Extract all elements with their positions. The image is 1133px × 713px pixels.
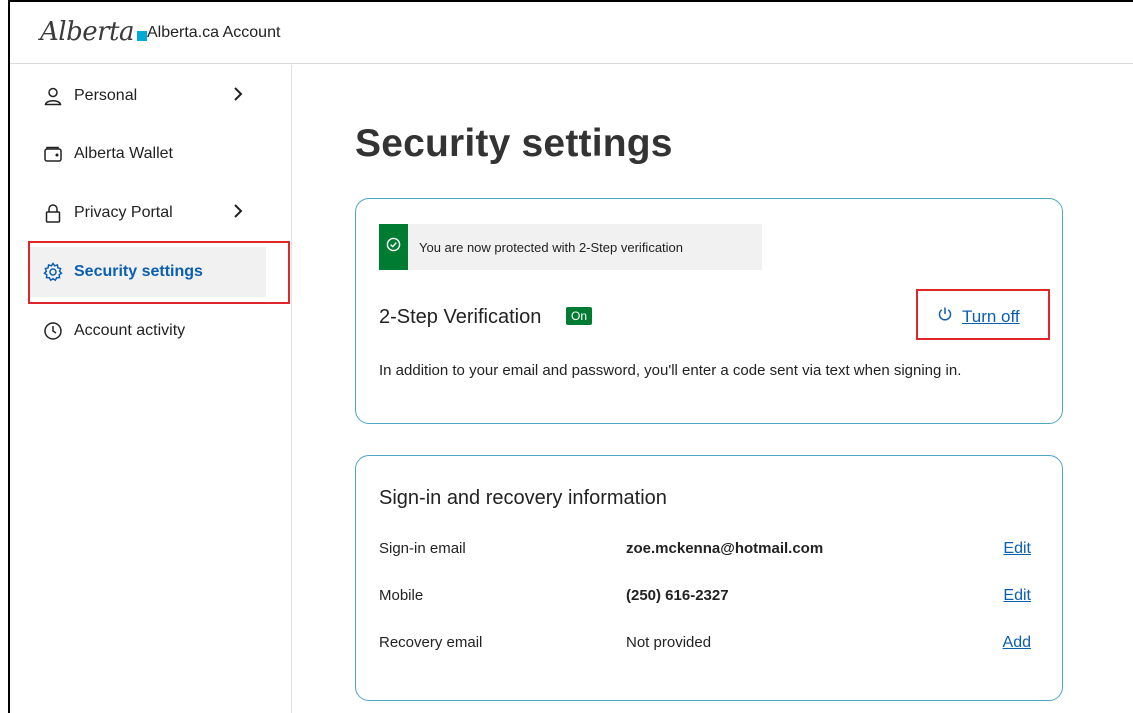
success-banner: You are now protected with 2-Step verifi… bbox=[379, 224, 762, 270]
lock-icon bbox=[42, 202, 64, 224]
check-circle-icon bbox=[386, 237, 401, 257]
logo-wordmark: Alberta bbox=[40, 17, 135, 47]
info-row-mobile: Mobile (250) 616-2327 Edit bbox=[379, 587, 1031, 609]
row-value: zoe.mckenna@hotmail.com bbox=[626, 540, 824, 557]
annotation-highlight-box bbox=[28, 241, 290, 304]
page-title: Security settings bbox=[355, 122, 673, 165]
two-step-verification-card: You are now protected with 2-Step verifi… bbox=[355, 198, 1063, 424]
row-label: Mobile bbox=[379, 587, 424, 604]
info-row-signin-email: Sign-in email zoe.mckenna@hotmail.com Ed… bbox=[379, 540, 1031, 562]
edit-signin-email-link[interactable]: Edit bbox=[1003, 540, 1031, 558]
annotation-highlight-box bbox=[916, 289, 1050, 340]
chevron-right-icon bbox=[231, 85, 245, 108]
sidebar-item-account-activity[interactable]: Account activity bbox=[28, 306, 266, 356]
sidebar-item-label: Account activity bbox=[74, 322, 186, 339]
sidebar-item-alberta-wallet[interactable]: Alberta Wallet bbox=[28, 129, 266, 179]
sidebar-nav: Personal Alberta Wallet Privacy Portal S… bbox=[10, 65, 292, 713]
top-header: Alberta Alberta.ca Account bbox=[10, 2, 1133, 64]
sidebar-item-label: Personal bbox=[74, 87, 138, 104]
chevron-right-icon bbox=[231, 202, 245, 225]
status-badge: On bbox=[566, 307, 593, 325]
signin-recovery-card: Sign-in and recovery information Sign-in… bbox=[355, 455, 1063, 701]
sidebar-item-personal[interactable]: Personal bbox=[28, 71, 266, 121]
edit-mobile-link[interactable]: Edit bbox=[1003, 587, 1031, 605]
row-value: Not provided bbox=[626, 634, 712, 651]
row-label: Recovery email bbox=[379, 634, 483, 651]
logo-square-icon bbox=[137, 31, 147, 41]
sidebar-item-label: Alberta Wallet bbox=[74, 145, 173, 162]
add-recovery-email-link[interactable]: Add bbox=[1003, 634, 1031, 652]
banner-status-bar bbox=[379, 224, 408, 270]
banner-message: You are now protected with 2-Step verifi… bbox=[419, 239, 684, 255]
info-row-recovery-email: Recovery email Not provided Add bbox=[379, 634, 1031, 656]
two-step-description: In addition to your email and password, … bbox=[379, 362, 962, 379]
row-value: (250) 616-2327 bbox=[626, 587, 729, 604]
wallet-icon bbox=[42, 143, 64, 165]
sidebar-item-label: Privacy Portal bbox=[74, 204, 173, 221]
row-label: Sign-in email bbox=[379, 540, 466, 557]
app-title: Alberta.ca Account bbox=[147, 24, 281, 41]
section-title: Sign-in and recovery information bbox=[379, 487, 667, 509]
clock-icon bbox=[42, 320, 64, 342]
sidebar-item-privacy-portal[interactable]: Privacy Portal bbox=[28, 188, 266, 238]
person-icon bbox=[42, 85, 64, 107]
alberta-logo[interactable]: Alberta bbox=[40, 17, 147, 47]
two-step-title: 2-Step Verification bbox=[379, 306, 542, 328]
app-window: Alberta Alberta.ca Account Personal Albe… bbox=[8, 0, 1133, 713]
